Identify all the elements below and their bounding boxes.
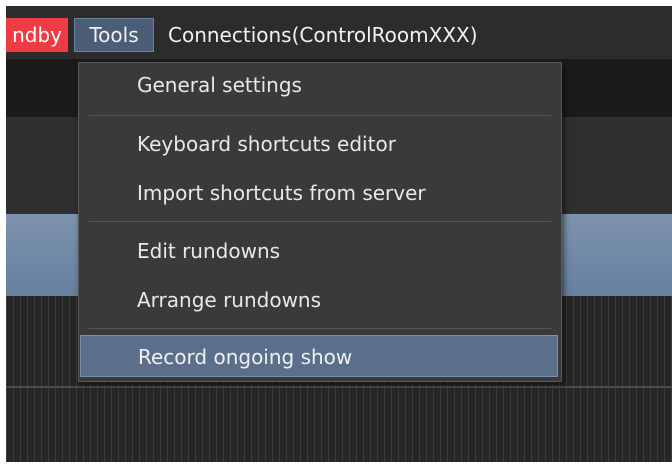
- menu-item-keyboard-shortcuts-editor[interactable]: Keyboard shortcuts editor: [79, 122, 561, 166]
- app-window: ndby Tools Connections(ControlRoomXXX) G…: [6, 6, 672, 462]
- menu-separator: [89, 115, 551, 116]
- menu-separator: [89, 221, 551, 222]
- menu-item-record-ongoing-show[interactable]: Record ongoing show: [80, 335, 558, 377]
- standby-status-badge[interactable]: ndby: [6, 18, 68, 52]
- menu-connections[interactable]: Connections(ControlRoomXXX): [168, 18, 478, 52]
- tools-dropdown-menu: General settings Keyboard shortcuts edit…: [78, 62, 562, 382]
- menu-separator: [89, 328, 551, 329]
- menu-bar: ndby Tools Connections(ControlRoomXXX): [6, 6, 672, 59]
- menu-item-general-settings[interactable]: General settings: [79, 63, 561, 107]
- menu-item-import-shortcuts[interactable]: Import shortcuts from server: [79, 171, 561, 215]
- timeline-divider: [6, 386, 672, 388]
- menu-item-edit-rundowns[interactable]: Edit rundowns: [79, 229, 561, 273]
- menu-item-arrange-rundowns[interactable]: Arrange rundowns: [79, 278, 561, 322]
- menu-tools[interactable]: Tools: [74, 18, 154, 52]
